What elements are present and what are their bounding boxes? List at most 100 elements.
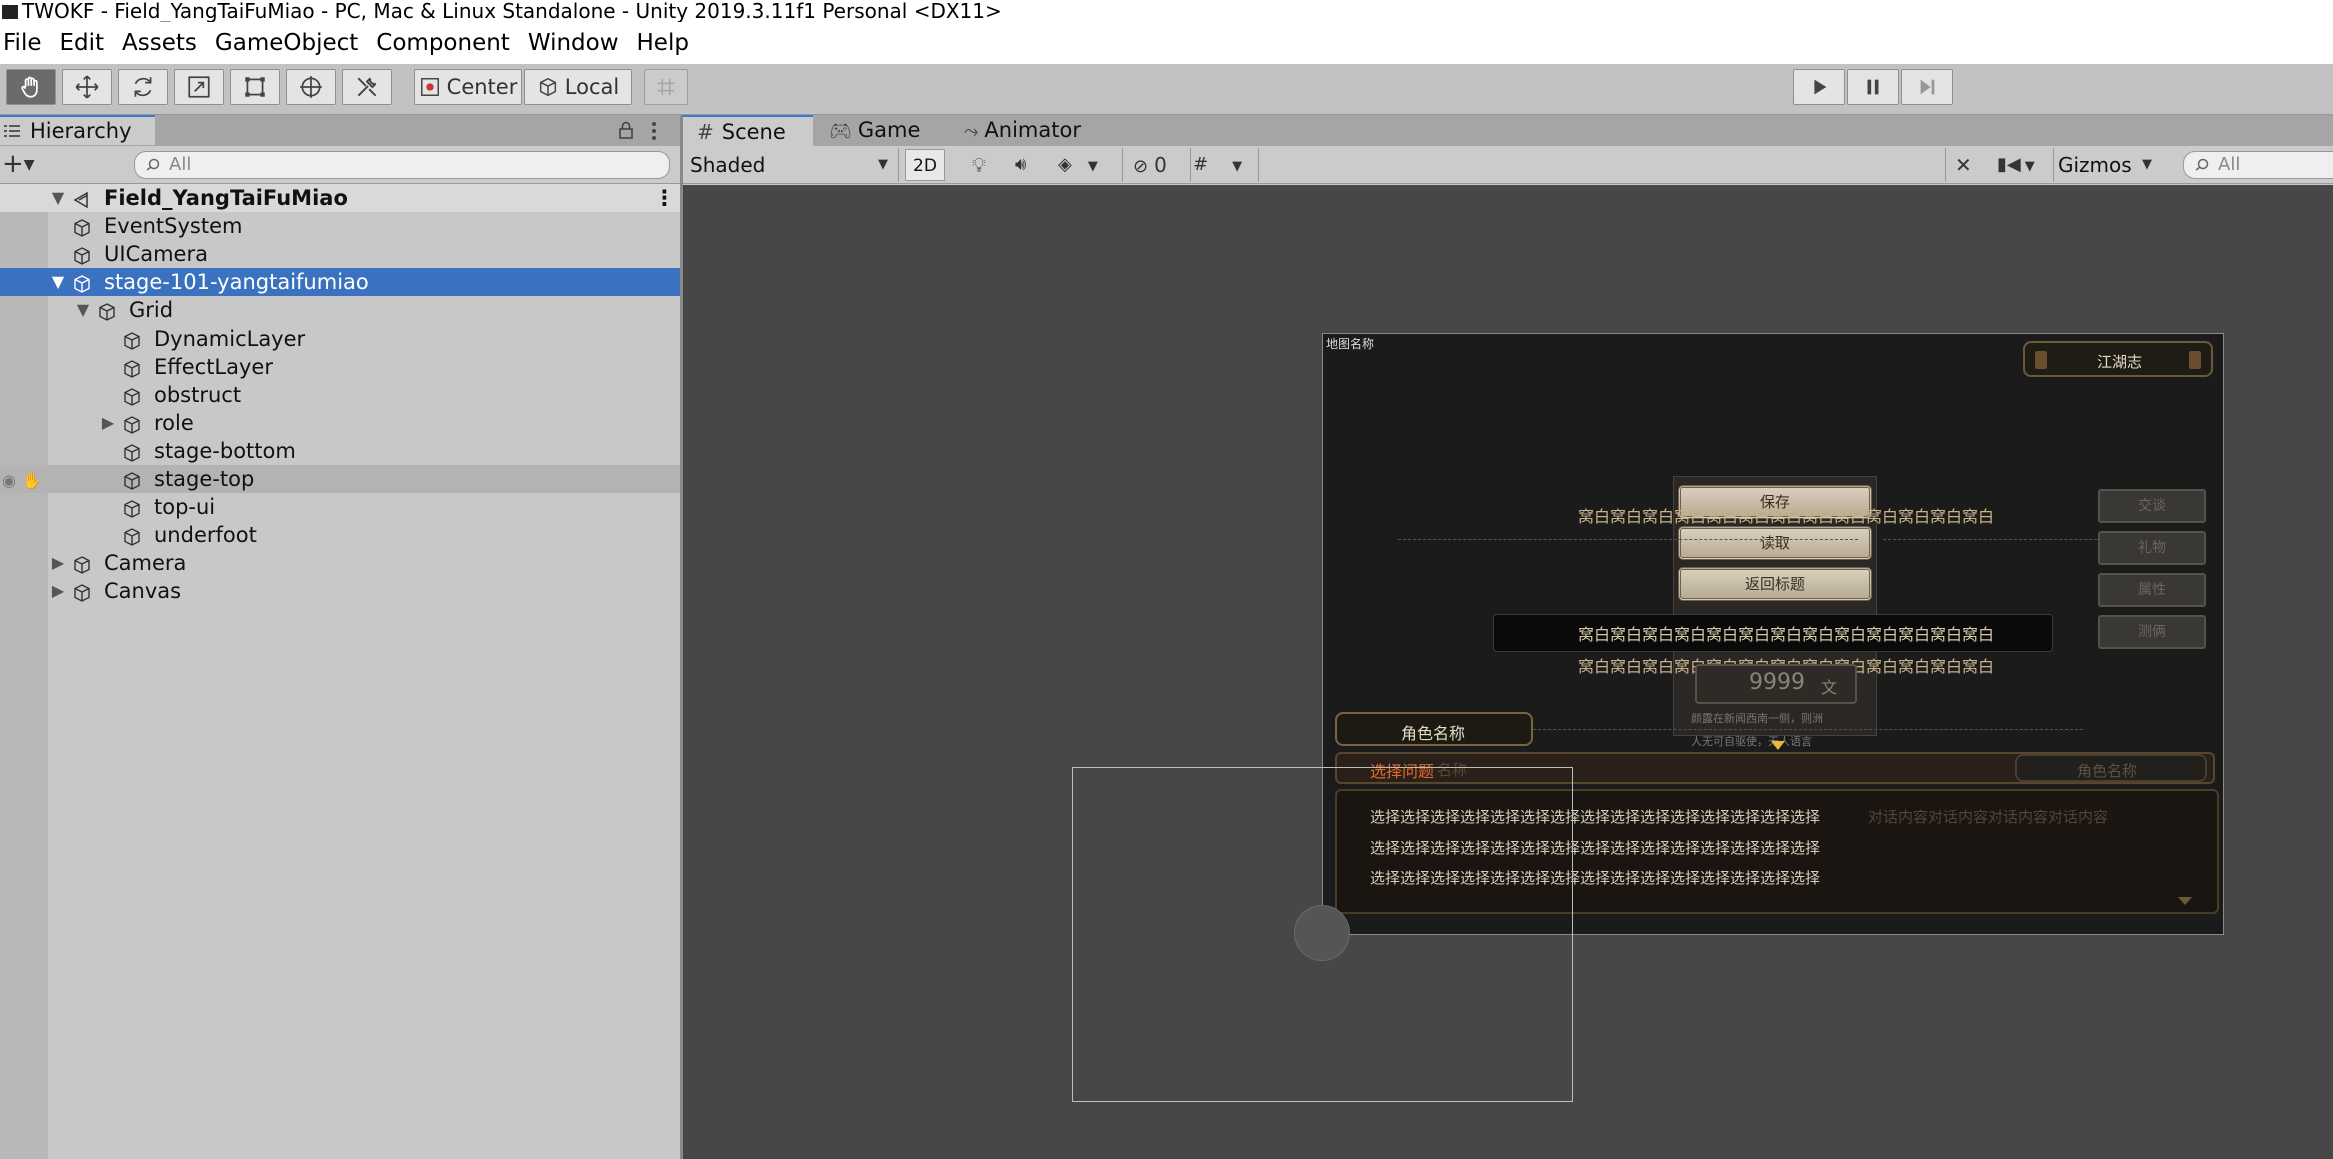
kebab-menu-icon[interactable] — [650, 121, 658, 141]
money-value: 9999 — [1749, 670, 1805, 695]
hierarchy-scene-root[interactable]: ▼ Field_YangTaiFuMiao ⋮ — [0, 184, 680, 212]
unity-logo-icon — [2, 5, 18, 19]
hierarchy-item-label: Canvas — [104, 579, 182, 604]
animator-tab-label: Animator — [984, 118, 1081, 142]
rotate-tool-button[interactable] — [118, 69, 168, 105]
rect-tool-button[interactable] — [230, 69, 280, 105]
hierarchy-item[interactable]: ▶ role — [0, 409, 680, 437]
load-button[interactable]: 读取 — [1678, 526, 1872, 560]
hidden-count: 0 — [1154, 153, 1167, 177]
menu-file[interactable]: File — [0, 30, 50, 56]
hierarchy-item[interactable]: EffectLayer — [0, 353, 680, 381]
menu-window[interactable]: Window — [520, 30, 627, 56]
2d-toggle[interactable]: 2D — [905, 149, 945, 181]
hierarchy-search-input[interactable]: All — [134, 151, 670, 179]
pivot-label: Center — [446, 75, 518, 99]
pivot-local-button[interactable]: Local — [524, 69, 632, 105]
custom-tools-icon — [357, 77, 377, 97]
move-tool-button[interactable] — [62, 69, 112, 105]
divider — [1945, 148, 1946, 182]
pivot-center-button[interactable]: Center — [414, 69, 522, 105]
grid-snap-icon — [657, 78, 675, 96]
side-gift-button[interactable]: 礼物 — [2098, 531, 2206, 565]
menu-assets[interactable]: Assets — [114, 30, 205, 56]
hierarchy-item[interactable]: top-ui — [0, 493, 680, 521]
transform-tool-button[interactable] — [286, 69, 336, 105]
hand-tool-button[interactable] — [6, 69, 56, 105]
hierarchy-item-label: EffectLayer — [154, 354, 273, 379]
gamepad-icon: 🎮︎ — [829, 121, 852, 142]
tab-scene[interactable]: # Scene — [683, 115, 813, 146]
speaker-icon: 🔊︎ — [1015, 154, 1027, 175]
menu-edit[interactable]: Edit — [52, 30, 113, 56]
tab-game[interactable]: 🎮︎ Game — [815, 115, 935, 146]
hidden-objects-toggle[interactable]: ⊘ 0 — [1133, 148, 1183, 182]
effects-dropdown[interactable]: ◈ ▼ — [1058, 148, 1108, 182]
gameobject-cube-icon — [72, 582, 92, 603]
pick-hand-icon: ✋ — [21, 471, 42, 490]
return-title-button[interactable]: 返回标题 — [1678, 567, 1872, 601]
scene-search-input[interactable]: All — [2183, 151, 2333, 179]
menu-bar: File Edit Assets GameObject Component Wi… — [0, 22, 2333, 64]
hand-icon — [21, 76, 38, 98]
camera-dropdown[interactable]: ▮◀ ▼ — [1997, 148, 2052, 182]
foldout-collapsed-icon[interactable]: ▶ — [50, 549, 66, 577]
hierarchy-item[interactable]: stage-bottom — [0, 437, 680, 465]
hierarchy-item[interactable]: underfoot — [0, 521, 680, 549]
journal-button[interactable]: 江湖志 — [2023, 341, 2213, 377]
hierarchy-item[interactable]: ▶ Canvas — [0, 577, 680, 605]
menu-component[interactable]: Component — [368, 30, 518, 56]
divider — [2053, 148, 2054, 182]
play-button[interactable] — [1793, 69, 1845, 105]
side-test-button[interactable]: 测俩 — [2098, 615, 2206, 649]
menu-gameobject[interactable]: GameObject — [207, 30, 366, 56]
foldout-expanded-icon[interactable]: ▼ — [50, 268, 66, 296]
space-label: Local — [564, 75, 620, 99]
hierarchy-item[interactable]: ▼ Grid — [0, 296, 680, 324]
side-attr-button[interactable]: 属性 — [2098, 573, 2206, 607]
snap-button[interactable] — [644, 69, 688, 105]
foldout-expanded-icon[interactable]: ▼ — [50, 184, 66, 212]
hierarchy-item-label: underfoot — [154, 523, 257, 548]
pause-button[interactable] — [1847, 69, 1899, 105]
step-button[interactable] — [1901, 69, 1953, 105]
foldout-expanded-icon[interactable]: ▼ — [75, 296, 91, 324]
side-talk-button[interactable]: 交谈 — [2098, 489, 2206, 523]
shading-mode-dropdown[interactable]: Shaded ▼ — [690, 148, 890, 182]
scale-icon — [188, 76, 210, 98]
pivot-icon — [420, 78, 439, 96]
tools-toggle[interactable]: ✕ — [1955, 148, 1983, 182]
role-name-plate: 角色名称 — [1335, 712, 1533, 746]
foldout-collapsed-icon[interactable]: ▶ — [100, 409, 116, 437]
gift-label: 礼物 — [2138, 540, 2166, 556]
audio-toggle[interactable]: 🔊︎ — [1015, 148, 1037, 182]
grid-dropdown[interactable]: # ▼ — [1193, 148, 1253, 182]
visibility-toggles[interactable]: ◉ ✋ — [0, 467, 44, 495]
lock-icon[interactable] — [618, 120, 634, 140]
hierarchy-item[interactable]: EventSystem — [0, 212, 680, 240]
scale-tool-button[interactable] — [174, 69, 224, 105]
gameobject-cube-icon — [122, 442, 142, 462]
guide-line — [1523, 729, 2083, 730]
tab-animator[interactable]: ⤳ Animator — [950, 115, 1100, 146]
hierarchy-item[interactable]: UICamera — [0, 240, 680, 268]
lighting-toggle[interactable]: 💡︎ — [972, 148, 992, 182]
hierarchy-item[interactable]: DynamicLayer — [0, 325, 680, 353]
hierarchy-item[interactable]: ▶ Camera — [0, 549, 680, 577]
custom-tools-button[interactable] — [342, 69, 392, 105]
talk-label: 交谈 — [2138, 498, 2166, 514]
hierarchy-item[interactable]: stage-top — [0, 465, 680, 493]
hierarchy-item[interactable]: obstruct — [0, 381, 680, 409]
foldout-collapsed-icon[interactable]: ▶ — [50, 577, 66, 605]
gizmos-dropdown[interactable]: Gizmos ▼ — [2058, 148, 2168, 182]
money-unit: 文 — [1821, 678, 1838, 697]
tab-hierarchy[interactable]: Hierarchy — [0, 115, 155, 145]
kebab-menu-icon[interactable]: ⋮ — [654, 184, 675, 212]
create-dropdown[interactable]: +▼ — [2, 151, 46, 179]
step-icon — [1920, 79, 1935, 95]
gameobject-cube-icon — [72, 245, 92, 265]
hierarchy-item[interactable]: ▼ stage-101-yangtaifumiao — [0, 268, 680, 297]
gameobject-cube-icon — [122, 526, 142, 546]
menu-help[interactable]: Help — [629, 30, 697, 56]
joystick-knob[interactable] — [1294, 905, 1350, 961]
